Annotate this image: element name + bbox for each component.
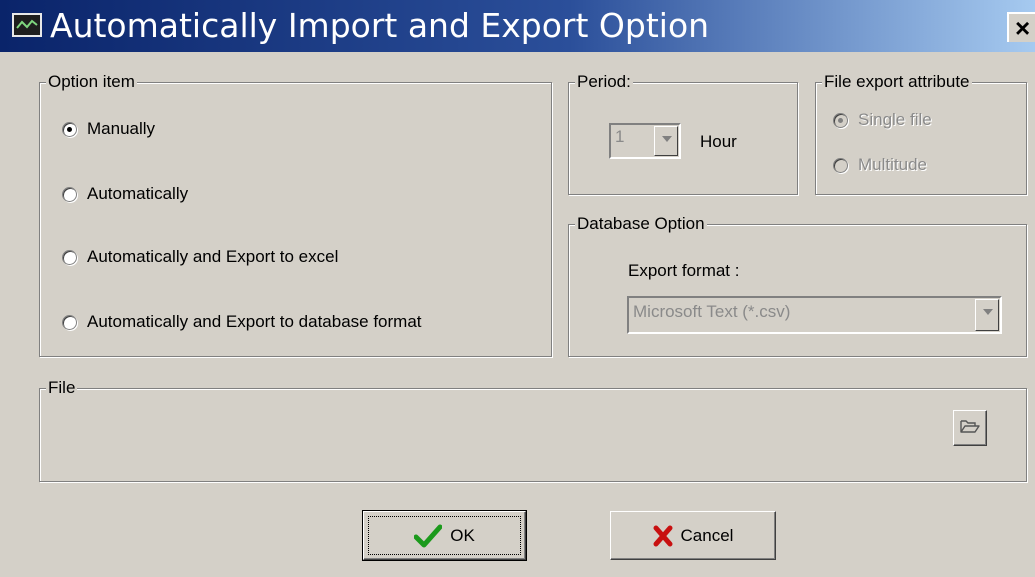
app-icon: [12, 13, 42, 37]
folder-open-icon: [960, 418, 980, 439]
radio-dot: [62, 121, 77, 137]
radio-label: Automatically: [87, 184, 189, 203]
radio-label: Manually: [87, 119, 156, 138]
radio-dot: [833, 112, 848, 128]
file-export-attribute-legend: File export attribute: [822, 72, 972, 92]
period-value: 1: [615, 127, 625, 146]
browse-button[interactable]: [953, 410, 987, 446]
file-legend: File: [46, 378, 78, 398]
focus-rect: [368, 516, 521, 555]
file-group: File: [39, 378, 1027, 482]
radio-dot: [62, 186, 77, 202]
period-combo[interactable]: 1: [609, 123, 681, 159]
radio-export-excel[interactable]: Automatically and Export to excel: [62, 247, 338, 267]
cancel-label: Cancel: [680, 525, 734, 545]
database-option-group: Database Option: [568, 214, 1027, 357]
radio-multitude[interactable]: Multitude: [833, 155, 927, 175]
file-export-attribute-group: File export attribute: [815, 72, 1027, 195]
radio-export-database[interactable]: Automatically and Export to database for…: [62, 312, 422, 332]
close-icon: ×: [1015, 13, 1031, 42]
period-legend: Period:: [575, 72, 633, 92]
period-group: Period:: [568, 72, 798, 195]
title-bar[interactable]: Automatically Import and Export Option ×: [0, 0, 1035, 52]
radio-dot: [833, 157, 848, 173]
chevron-down-icon[interactable]: [654, 126, 678, 156]
database-option-legend: Database Option: [575, 214, 707, 234]
radio-label: Multitude: [858, 155, 927, 174]
export-format-value: Microsoft Text (*.csv): [633, 302, 791, 321]
window-title: Automatically Import and Export Option: [50, 6, 710, 45]
cancel-button[interactable]: Cancel: [610, 511, 776, 560]
period-unit: Hour: [700, 132, 737, 151]
x-mark-icon: [653, 525, 673, 547]
radio-single-file[interactable]: Single file: [833, 110, 932, 130]
radio-dot: [62, 314, 77, 330]
radio-automatically[interactable]: Automatically: [62, 184, 188, 204]
radio-manually[interactable]: Manually: [62, 119, 155, 139]
radio-label: Single file: [858, 110, 932, 129]
radio-label: Automatically and Export to excel: [87, 247, 339, 266]
export-format-label: Export format :: [628, 261, 740, 280]
close-button[interactable]: ×: [1007, 12, 1035, 42]
export-format-combo[interactable]: Microsoft Text (*.csv): [627, 296, 1002, 334]
radio-label: Automatically and Export to database for…: [87, 312, 422, 331]
ok-button[interactable]: OK: [362, 510, 527, 561]
radio-dot: [62, 249, 77, 265]
option-item-legend: Option item: [46, 72, 137, 92]
chevron-down-icon[interactable]: [975, 299, 999, 331]
